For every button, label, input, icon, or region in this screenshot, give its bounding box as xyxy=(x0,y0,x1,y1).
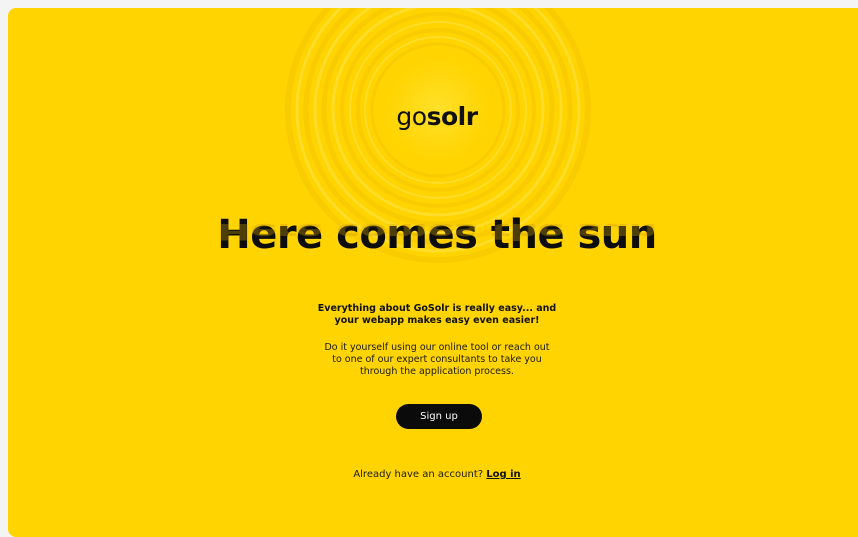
log-in-link[interactable]: Log in xyxy=(486,469,520,480)
tagline-line-1: Everything about GoSolr is really easy..… xyxy=(317,303,557,314)
account-prompt-text: Already have an account? xyxy=(353,469,484,480)
landing-card: gosolr Here comes the sun Here comes the… xyxy=(8,8,858,537)
sign-up-button[interactable]: Sign up xyxy=(396,404,482,429)
logo-prefix: go xyxy=(396,102,427,131)
tagline-line-2: your webapp makes easy even easier! xyxy=(334,315,540,326)
description-line-3: through the application process. xyxy=(360,366,514,377)
sun-rings-graphic xyxy=(285,8,591,263)
gosolr-logo: gosolr xyxy=(8,102,858,131)
description-line-2: to one of our expert consultants to take… xyxy=(332,354,542,365)
tagline: Everything about GoSolr is really easy..… xyxy=(8,303,858,327)
description-line-1: Do it yourself using our online tool or … xyxy=(324,342,550,353)
logo-suffix: solr xyxy=(426,102,478,131)
login-prompt: Already have an account? Log in xyxy=(8,469,858,480)
description: Do it yourself using our online tool or … xyxy=(8,342,858,378)
page-headline: Here comes the sun xyxy=(217,212,657,258)
